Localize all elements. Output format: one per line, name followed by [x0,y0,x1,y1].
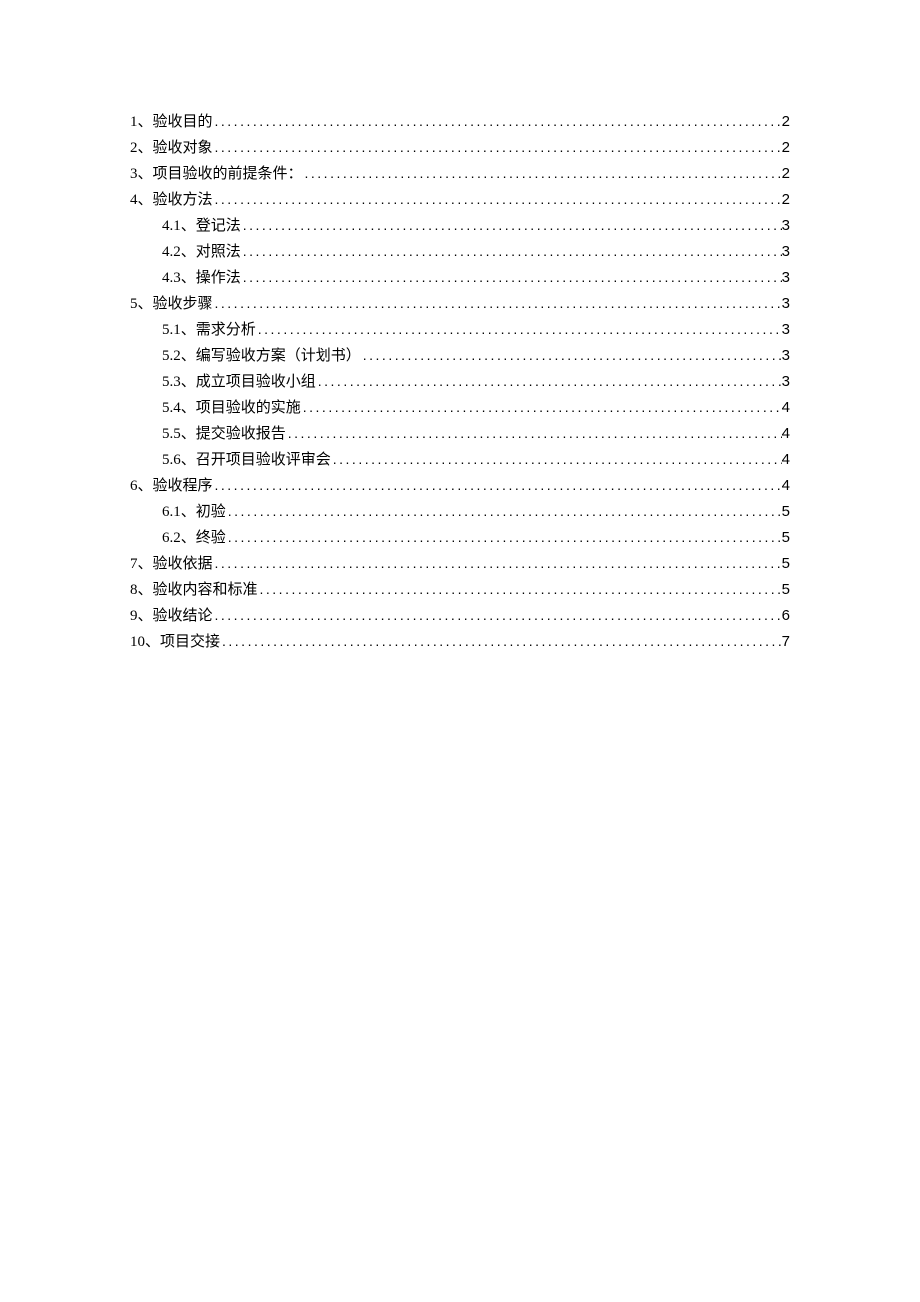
toc-entry-page: 3 [782,369,790,395]
toc-entry-label: 1、验收目的 [130,109,213,135]
toc-entry-label: 8、验收内容和标准 [130,577,258,603]
toc-dot-leader [361,342,782,368]
toc-entry[interactable]: 9、验收结论 6 [130,602,790,628]
toc-entry[interactable]: 6.2、终验 5 [130,524,790,550]
toc-entry[interactable]: 5.1、需求分析 3 [130,316,790,342]
toc-entry-page: 2 [782,135,790,161]
toc-entry[interactable]: 5.4、项目验收的实施 4 [130,394,790,420]
toc-entry[interactable]: 10、项目交接 7 [130,628,790,654]
toc-dot-leader [226,524,782,550]
toc-entry-label: 4.1、登记法 [162,213,241,239]
toc-entry-label: 5.5、提交验收报告 [162,421,286,447]
toc-entry[interactable]: 7、验收依据 5 [130,550,790,576]
toc-entry-label: 5.2、编写验收方案（计划书） [162,343,361,369]
toc-entry-page: 6 [782,603,790,629]
toc-entry[interactable]: 5.5、提交验收报告 4 [130,420,790,446]
toc-dot-leader [241,264,782,290]
toc-entry-label: 2、验收对象 [130,135,213,161]
toc-entry-page: 2 [782,109,790,135]
toc-dot-leader [220,628,782,654]
toc-entry-label: 4、验收方法 [130,187,213,213]
toc-dot-leader [213,472,782,498]
toc-dot-leader [213,290,782,316]
toc-entry[interactable]: 4、验收方法 2 [130,186,790,212]
toc-entry[interactable]: 6.1、初验 5 [130,498,790,524]
toc-entry-label: 4.2、对照法 [162,239,241,265]
toc-entry[interactable]: 3、项目验收的前提条件： 2 [130,160,790,186]
toc-dot-leader [213,602,782,628]
toc-entry-page: 5 [782,499,790,525]
toc-entry-page: 3 [782,239,790,265]
toc-entry-page: 3 [782,265,790,291]
toc-entry-label: 4.3、操作法 [162,265,241,291]
toc-entry-label: 6.1、初验 [162,499,226,525]
toc-dot-leader [301,394,782,420]
table-of-contents: 1、验收目的22、验收对象23、项目验收的前提条件：24、验收方法24.1、登记… [130,108,790,654]
toc-entry-page: 3 [782,343,790,369]
toc-entry-label: 6、验收程序 [130,473,213,499]
toc-entry-page: 4 [782,447,790,473]
toc-entry-label: 5.4、项目验收的实施 [162,395,301,421]
toc-entry[interactable]: 4.2、对照法 3 [130,238,790,264]
toc-dot-leader [226,498,782,524]
toc-entry-page: 5 [782,551,790,577]
toc-entry[interactable]: 6、验收程序 4 [130,472,790,498]
toc-dot-leader [286,420,782,446]
toc-entry-label: 5.3、成立项目验收小组 [162,369,316,395]
toc-entry[interactable]: 5.2、编写验收方案（计划书） 3 [130,342,790,368]
toc-dot-leader [241,212,782,238]
toc-entry-page: 3 [782,213,790,239]
toc-entry-page: 4 [782,421,790,447]
toc-entry-page: 3 [782,291,790,317]
toc-entry-label: 5.1、需求分析 [162,317,256,343]
toc-dot-leader [331,446,782,472]
toc-entry[interactable]: 1、验收目的 2 [130,108,790,134]
toc-entry[interactable]: 4.3、操作法 3 [130,264,790,290]
toc-dot-leader [256,316,782,342]
toc-entry-page: 2 [782,187,790,213]
toc-dot-leader [213,134,782,160]
toc-dot-leader [213,186,782,212]
toc-entry-page: 5 [782,525,790,551]
toc-entry-label: 7、验收依据 [130,551,213,577]
toc-entry[interactable]: 4.1、登记法 3 [130,212,790,238]
toc-entry[interactable]: 5.3、成立项目验收小组 3 [130,368,790,394]
toc-dot-leader [258,576,782,602]
toc-entry-label: 10、项目交接 [130,629,220,655]
toc-dot-leader [316,368,782,394]
toc-dot-leader [241,238,782,264]
toc-entry-page: 2 [782,161,790,187]
toc-entry-label: 9、验收结论 [130,603,213,629]
toc-entry-label: 5.6、召开项目验收评审会 [162,447,331,473]
toc-entry-page: 4 [782,473,790,499]
toc-entry-page: 5 [782,577,790,603]
toc-entry[interactable]: 2、验收对象 2 [130,134,790,160]
toc-entry-page: 4 [782,395,790,421]
toc-entry-page: 3 [782,317,790,343]
toc-entry[interactable]: 8、验收内容和标准 5 [130,576,790,602]
toc-entry-label: 6.2、终验 [162,525,226,551]
toc-dot-leader [303,160,782,186]
toc-dot-leader [213,550,782,576]
toc-entry-page: 7 [782,629,790,655]
toc-entry[interactable]: 5、验收步骤 3 [130,290,790,316]
toc-dot-leader [213,108,782,134]
toc-entry-label: 5、验收步骤 [130,291,213,317]
toc-entry-label: 3、项目验收的前提条件： [130,161,303,187]
toc-entry[interactable]: 5.6、召开项目验收评审会 4 [130,446,790,472]
